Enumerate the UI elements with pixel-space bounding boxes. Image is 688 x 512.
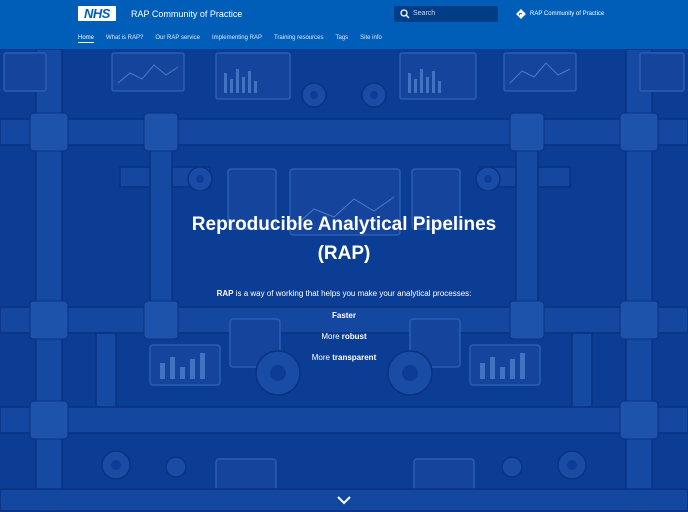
nav-what-is-rap[interactable]: What is RAP?	[106, 35, 143, 43]
hero-title: Reproducible Analytical Pipelines (RAP)	[140, 210, 548, 268]
logo-text: NHS	[84, 6, 110, 21]
nav-implementing-rap[interactable]: Implementing RAP	[212, 35, 262, 43]
hero-intro: RAP is a way of working that helps you m…	[120, 289, 568, 298]
hero-item-transparent: More transparent	[244, 353, 444, 362]
diamond-arrow-icon	[516, 9, 526, 19]
hero-title-line1: Reproducible Analytical Pipelines	[191, 214, 497, 235]
search-placeholder: Search	[413, 10, 436, 17]
hero-item-robust-pre: More	[321, 332, 342, 341]
hero-item-robust-bold: robust	[341, 332, 367, 341]
search-box[interactable]: Search	[394, 6, 498, 22]
hero-item-faster: Faster	[244, 311, 444, 320]
pipeline-background-illustration	[0, 49, 688, 512]
nav-training-resources[interactable]: Training resources	[274, 35, 323, 43]
nav-home[interactable]: Home	[78, 35, 95, 43]
hero-banner: Reproducible Analytical Pipelines (RAP) …	[0, 49, 688, 512]
nhs-logo[interactable]: NHS	[78, 6, 116, 21]
hero-item-transparent-pre: More	[311, 353, 333, 362]
main-nav: Home What is RAP? Our RAP service Implem…	[78, 35, 394, 43]
hero-item-robust: More robust	[244, 332, 444, 341]
site-title[interactable]: RAP Community of Practice	[131, 9, 242, 19]
community-link-label: RAP Community of Practice	[530, 11, 605, 17]
hero-item-faster-bold: Faster	[331, 311, 356, 320]
hero-title-line2: (RAP)	[317, 243, 371, 264]
hero-intro-bold: RAP	[216, 289, 234, 298]
nav-our-rap-service[interactable]: Our RAP service	[155, 35, 200, 43]
chevron-down-icon[interactable]	[337, 495, 351, 505]
top-bar: NHS RAP Community of Practice Search RAP…	[0, 0, 688, 30]
hero-item-transparent-bold: transparent	[332, 353, 377, 362]
nav-tags[interactable]: Tags	[335, 35, 348, 43]
search-icon	[400, 9, 410, 19]
site-header: NHS RAP Community of Practice Search RAP…	[0, 0, 688, 49]
community-link[interactable]: RAP Community of Practice	[516, 9, 604, 19]
nav-site-info[interactable]: Site info	[360, 35, 382, 43]
hero-intro-text: is a way of working that helps you make …	[233, 289, 472, 298]
